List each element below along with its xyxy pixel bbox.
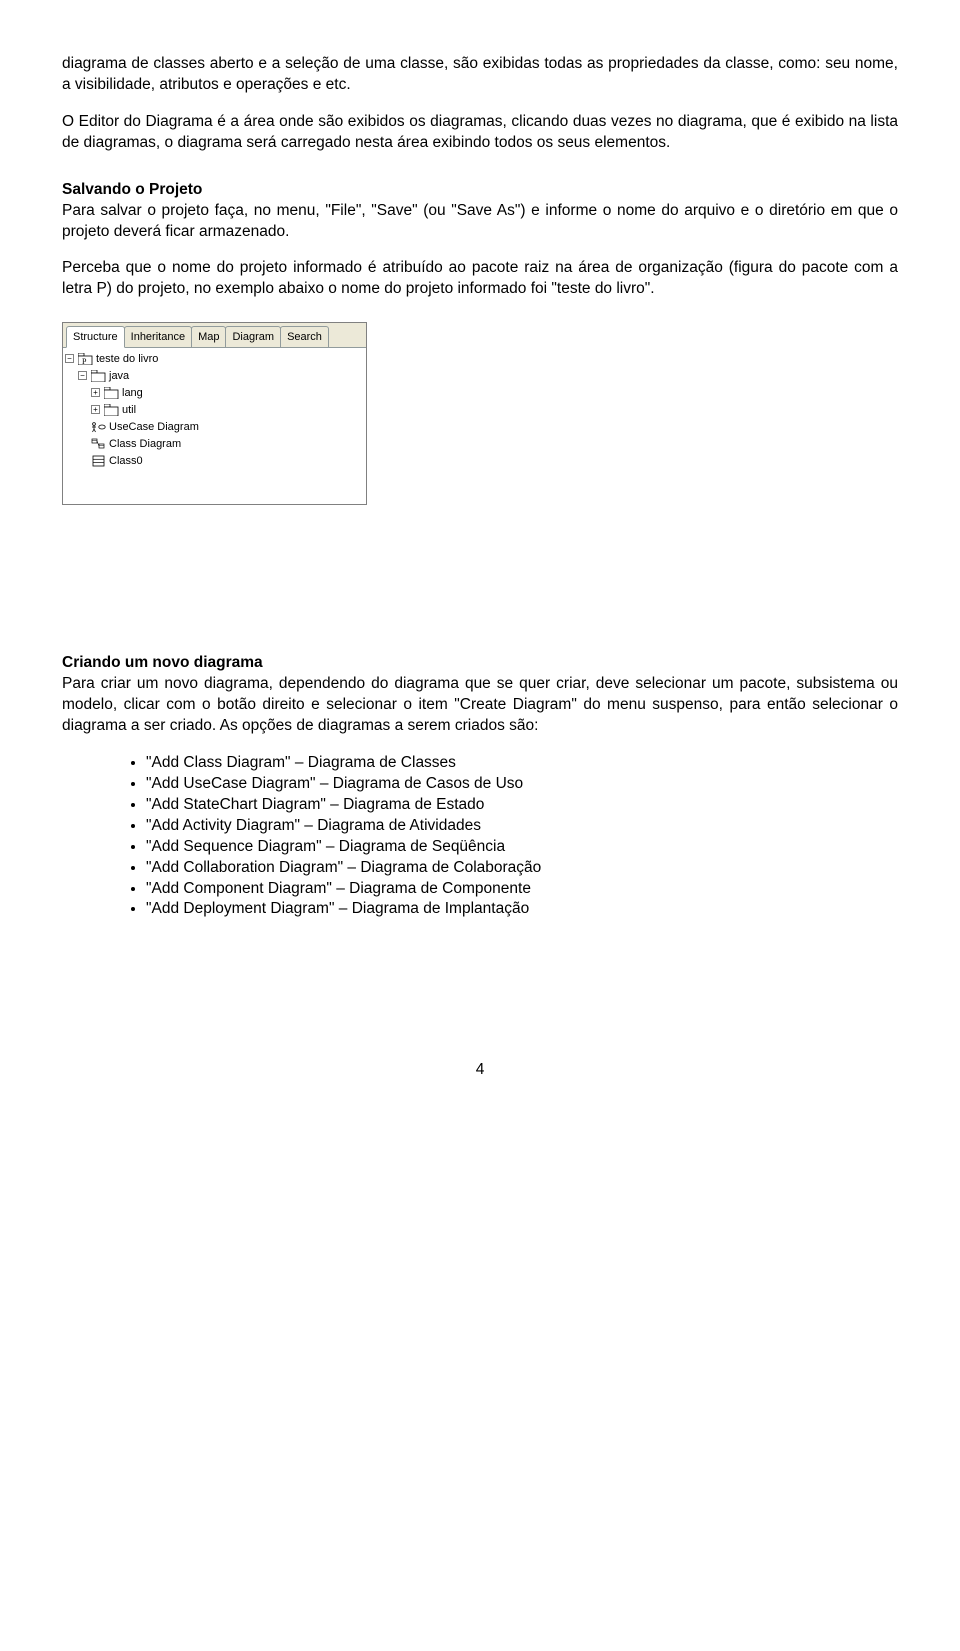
collapse-icon[interactable]: − [78,371,87,380]
tab-search[interactable]: Search [280,326,329,347]
tree-node-util[interactable]: + util [65,401,366,418]
usecase-diagram-icon [91,420,106,433]
tab-structure[interactable]: Structure [66,326,125,348]
tree-node-lang[interactable]: + lang [65,384,366,401]
list-item: "Add Component Diagram" – Diagrama de Co… [146,879,898,900]
tree-body: − P teste do livro − java + lang + [63,347,366,504]
collapse-icon[interactable]: − [65,354,74,363]
tab-inheritance[interactable]: Inheritance [124,326,192,347]
package-icon [104,386,119,399]
package-icon [91,369,106,382]
diagram-options-list: "Add Class Diagram" – Diagrama de Classe… [62,753,898,920]
tree-node-class[interactable]: Class0 [65,452,366,469]
list-item: "Add Activity Diagram" – Diagrama de Ati… [146,816,898,837]
structure-panel: Structure Inheritance Map Diagram Search… [62,322,367,505]
tree-node-label: Class Diagram [109,436,181,452]
list-item: "Add Collaboration Diagram" – Diagrama d… [146,858,898,879]
list-item: "Add Sequence Diagram" – Diagrama de Seq… [146,837,898,858]
section-title-create: Criando um novo diagrama [62,654,263,671]
tree-node-usecase[interactable]: UseCase Diagram [65,418,366,435]
tree-node-label: teste do livro [96,351,158,367]
class-icon [91,454,106,467]
tree-node-classdiagram[interactable]: Class Diagram [65,435,366,452]
package-icon [104,403,119,416]
tree-node-label: Class0 [109,453,143,469]
class-diagram-icon [91,437,106,450]
paragraph-save-2: Perceba que o nome do projeto informado … [62,258,898,300]
tree-node-label: UseCase Diagram [109,419,199,435]
tree-node-java[interactable]: − java [65,367,366,384]
list-item: "Add UseCase Diagram" – Diagrama de Caso… [146,774,898,795]
paragraph-save-1: Para salvar o projeto faça, no menu, "Fi… [62,202,898,240]
package-p-icon: P [78,352,93,365]
paragraph-editor: O Editor do Diagrama é a área onde são e… [62,112,898,154]
tab-map[interactable]: Map [191,326,226,347]
list-item: "Add Deployment Diagram" – Diagrama de I… [146,899,898,920]
tree-node-label: java [109,368,129,384]
tab-diagram[interactable]: Diagram [225,326,281,347]
expand-icon[interactable]: + [91,405,100,414]
tabs-row: Structure Inheritance Map Diagram Search [63,323,366,347]
page-number: 4 [62,1060,898,1081]
list-item: "Add StateChart Diagram" – Diagrama de E… [146,795,898,816]
tree-node-root[interactable]: − P teste do livro [65,350,366,367]
paragraph-create: Para criar um novo diagrama, dependendo … [62,675,898,734]
section-title-save: Salvando o Projeto [62,181,202,198]
expand-icon[interactable]: + [91,388,100,397]
list-item: "Add Class Diagram" – Diagrama de Classe… [146,753,898,774]
tree-node-label: util [122,402,136,418]
paragraph-intro: diagrama de classes aberto e a seleção d… [62,54,898,96]
tree-node-label: lang [122,385,143,401]
svg-text:P: P [82,357,87,365]
